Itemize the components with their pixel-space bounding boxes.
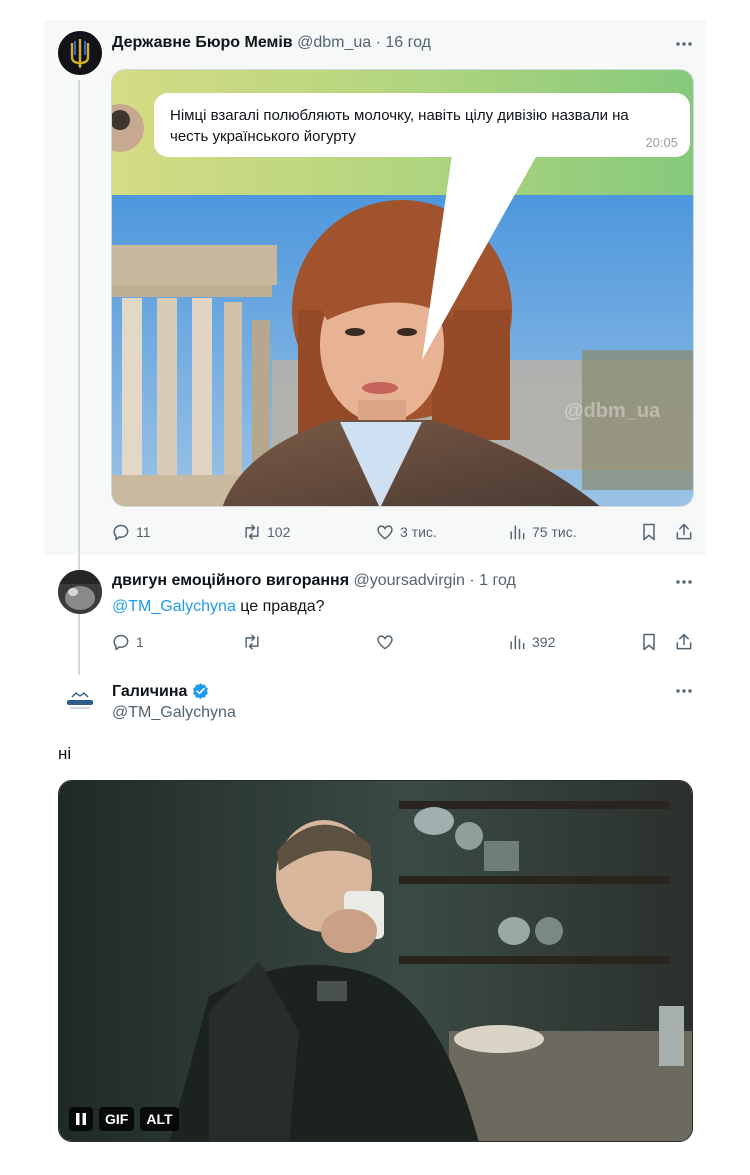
tweet1-retweet-count: 102 — [267, 524, 291, 540]
alt-button[interactable]: ALT — [140, 1107, 179, 1131]
chat-bubble-time: 20:05 — [645, 135, 678, 150]
tweet3-gif[interactable]: GIF ALT — [58, 780, 693, 1142]
tweet2-mention-link[interactable]: @TM_Galychyna — [112, 598, 236, 615]
reply-icon — [113, 524, 129, 541]
tweet1-views-button[interactable]: 75 тис. — [507, 522, 577, 542]
gif-controls: GIF ALT — [69, 1107, 179, 1131]
avatar-photo — [58, 570, 102, 614]
trident-emblem-icon — [59, 32, 101, 74]
tweet1-media-image[interactable]: Німці взагалі полюбляють молочку, навіть… — [111, 69, 694, 507]
tweet2-like-button[interactable] — [375, 632, 400, 652]
chat-bubble-text: Німці взагалі полюбляють молочку, навіть… — [170, 107, 629, 145]
tweet2-bookmark-button[interactable] — [639, 632, 659, 652]
tweet2-text-body: це правда? — [235, 598, 325, 615]
tweet2-time[interactable]: · 1 год — [469, 572, 515, 589]
avatar-yoursadvirgin[interactable] — [58, 570, 102, 614]
avatar-galychyna[interactable] — [58, 681, 102, 725]
tweet1-retweet-button[interactable]: 102 — [242, 522, 290, 542]
tweet2-text: @TM_Galychyna це правда? — [112, 597, 325, 617]
tweet2-reply-count: 1 — [136, 634, 144, 650]
tweet1-more-icon[interactable] — [673, 33, 695, 55]
bookmark-icon — [643, 633, 655, 651]
tweet2-author: двигун емоційного вигорання @yoursadvirg… — [112, 572, 516, 590]
tweet1-reply-button[interactable]: 11 — [111, 522, 151, 542]
views-chart-icon — [510, 525, 525, 540]
tweet1-share-button[interactable] — [674, 522, 694, 542]
tweet1-view-count: 75 тис. — [532, 524, 577, 540]
reply-icon — [113, 634, 129, 651]
tweet2-author-name[interactable]: двигун емоційного вигорання — [112, 572, 349, 589]
tweet3-author-name[interactable]: Галичина — [112, 683, 187, 701]
gif-frame — [59, 781, 692, 1141]
tweet1-author-name[interactable]: Державне Бюро Мемів — [112, 34, 293, 51]
tweet1-author-handle[interactable]: @dbm_ua — [297, 34, 371, 51]
tweet3-more-icon[interactable] — [673, 680, 695, 702]
tweet3-author: Галичина — [112, 682, 210, 701]
tweet3-author-handle[interactable]: @TM_Galychyna — [112, 704, 236, 722]
galychyna-logo — [59, 682, 101, 724]
heart-icon — [377, 525, 393, 540]
tweet2-author-handle[interactable]: @yoursadvirgin — [354, 572, 465, 589]
pause-button[interactable] — [69, 1107, 93, 1131]
tweet3-text: ні — [58, 744, 72, 763]
tweet1-like-button[interactable]: 3 тис. — [375, 522, 437, 542]
retweet-icon — [245, 634, 259, 650]
chat-bubble: Німці взагалі полюбляють молочку, навіть… — [154, 93, 690, 157]
gif-badge: GIF — [99, 1107, 135, 1131]
tweet2-retweet-button[interactable] — [242, 632, 267, 652]
tweet2-reply-button[interactable]: 1 — [111, 632, 144, 652]
bookmark-icon — [643, 523, 655, 541]
share-icon — [676, 633, 692, 650]
tweet2-view-count: 392 — [532, 634, 556, 650]
verified-badge-icon — [193, 683, 209, 700]
watermark: @dbm_ua — [564, 400, 661, 422]
tweet1-author: Державне Бюро Мемів @dbm_ua · 16 год — [112, 34, 431, 52]
heart-icon — [377, 635, 393, 650]
tweet2-more-icon[interactable] — [673, 571, 695, 593]
tweet2-views-button[interactable]: 392 — [507, 632, 555, 652]
tweet1-like-count: 3 тис. — [400, 524, 437, 540]
share-icon — [676, 523, 692, 540]
tweet1-time[interactable]: · 16 год — [376, 34, 431, 51]
avatar-dbm[interactable] — [58, 31, 102, 75]
retweet-icon — [245, 524, 259, 540]
tweet1-reply-count: 11 — [136, 524, 151, 540]
pause-icon — [76, 1113, 86, 1125]
tweet1-bookmark-button[interactable] — [639, 522, 659, 542]
tweet2-share-button[interactable] — [674, 632, 694, 652]
views-chart-icon — [510, 635, 525, 650]
